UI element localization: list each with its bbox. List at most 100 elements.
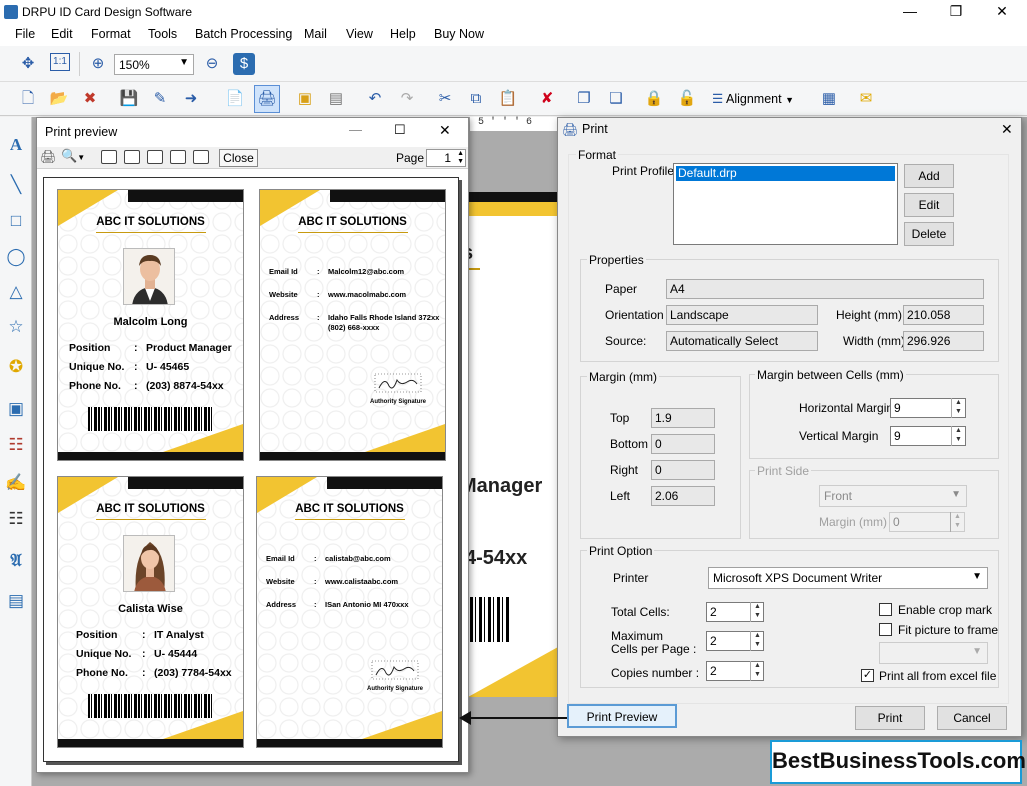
back-label: Website — [266, 577, 295, 586]
add-button[interactable]: Add — [904, 164, 954, 188]
cancel-button[interactable]: Cancel — [937, 706, 1007, 730]
minimize-icon[interactable]: — — [887, 0, 933, 24]
spin-icon[interactable]: ▲ ▼ — [750, 631, 764, 651]
zoom-icon[interactable]: 🔍▼ — [61, 148, 85, 164]
page-label: Page — [396, 151, 425, 165]
print-preview-button[interactable]: Print Preview — [567, 704, 677, 728]
printer-select[interactable]: Microsoft XPS Document Writer ▼ — [708, 567, 988, 589]
print-button[interactable]: Print — [855, 706, 925, 730]
left-margin-field[interactable]: 2.06 — [651, 486, 715, 506]
four-pages-icon[interactable] — [170, 150, 186, 164]
close-icon[interactable]: ✕ — [1001, 121, 1013, 138]
edit-button[interactable]: Edit — [904, 193, 954, 217]
spin-icon[interactable]: ▲ ▼ — [951, 398, 965, 418]
lock-icon[interactable]: 🔒 — [643, 88, 665, 110]
right-margin-field[interactable]: 0 — [651, 460, 715, 480]
employee-name: Calista Wise — [118, 603, 183, 615]
menu-file[interactable]: File — [15, 27, 35, 41]
employee-photo — [123, 535, 175, 592]
ellipse-tool-icon[interactable]: ◯ — [4, 245, 28, 269]
undo-icon[interactable]: ↶ — [364, 88, 386, 110]
barcode-tool-icon[interactable]: ☷ — [4, 507, 28, 531]
print-preview-window: Print preview — ☐ ✕ 🖨 🔍▼ Close Page 1 ▲ ▼… — [36, 117, 469, 773]
database-icon[interactable]: ▣ — [294, 88, 316, 110]
watermark-badge: BestBusinessTools.com — [770, 740, 1026, 784]
spin-icon[interactable]: ▲ ▼ — [457, 150, 464, 166]
print-profile-item[interactable]: Default.drp — [676, 166, 895, 181]
menu-format[interactable]: Format — [91, 27, 131, 41]
redo-icon[interactable]: ↷ — [396, 88, 418, 110]
grid-icon[interactable]: ▦ — [818, 88, 840, 110]
copy-icon[interactable]: ⧉ — [465, 88, 487, 110]
new-icon[interactable]: 🗋 — [17, 88, 39, 110]
printer-icon[interactable]: 🖨 — [40, 149, 57, 165]
fit-picture-checkbox[interactable] — [879, 623, 892, 636]
menu-buy-now[interactable]: Buy Now — [434, 27, 484, 41]
export-icon[interactable]: ➜ — [180, 88, 202, 110]
six-pages-icon[interactable] — [193, 150, 209, 164]
picture-tool-icon[interactable]: ▤ — [4, 589, 28, 613]
spin-icon[interactable]: ▲ ▼ — [951, 426, 965, 446]
menu-batch-processing[interactable]: Batch Processing — [195, 27, 292, 41]
paste-icon[interactable]: 📋 — [497, 88, 519, 110]
star-tool-icon[interactable]: ☆ — [4, 315, 28, 339]
text-tool-icon[interactable]: A — [4, 133, 28, 157]
dollar-icon[interactable]: $ — [233, 53, 255, 75]
two-pages-icon[interactable] — [124, 150, 140, 164]
menu-mail[interactable]: Mail — [304, 27, 327, 41]
save-icon[interactable]: 💾 — [118, 88, 140, 110]
zoom-in-icon[interactable]: ⊕ — [87, 53, 109, 75]
shapes-tool-icon[interactable]: ✪ — [4, 355, 28, 379]
print-profile-list[interactable]: Default.drp — [673, 163, 898, 245]
spin-icon[interactable]: ▲ ▼ — [750, 661, 764, 681]
close-icon[interactable]: ✕ — [439, 122, 451, 139]
page-number-input[interactable]: 1 ▲ ▼ — [426, 149, 466, 167]
cut-icon[interactable]: ✂ — [434, 88, 456, 110]
mail-icon[interactable]: ✉ — [855, 88, 877, 110]
line-tool-icon[interactable]: ╲ — [4, 173, 28, 197]
image-tool-icon[interactable]: ▣ — [4, 397, 28, 421]
menu-help[interactable]: Help — [390, 27, 416, 41]
delete-button[interactable]: Delete — [904, 222, 954, 246]
one-page-icon[interactable] — [101, 150, 117, 164]
fit-icon[interactable]: ✥ — [17, 53, 39, 75]
menu-tools[interactable]: Tools — [148, 27, 177, 41]
library-tool-icon[interactable]: ☷ — [4, 433, 28, 457]
open-icon[interactable]: 📂 — [48, 88, 70, 110]
unlock-icon[interactable]: 🔓 — [676, 88, 698, 110]
bottom-margin-field[interactable]: 0 — [651, 434, 715, 454]
rectangle-tool-icon[interactable]: □ — [4, 209, 28, 233]
signature-tool-icon[interactable]: ✍ — [4, 471, 28, 495]
menu-edit[interactable]: Edit — [51, 27, 73, 41]
menu-view[interactable]: View — [346, 27, 373, 41]
preview-close-button[interactable]: Close — [219, 149, 258, 167]
group-icon[interactable]: ❐ — [573, 88, 595, 110]
delete-icon[interactable]: ✘ — [536, 88, 558, 110]
maximize-icon[interactable]: ❐ — [933, 0, 979, 24]
crop-mark-checkbox[interactable] — [879, 603, 892, 616]
excel-checkbox[interactable]: ✓ — [861, 669, 874, 682]
maximize-icon[interactable]: ☐ — [394, 122, 406, 138]
minimize-icon[interactable]: — — [349, 122, 362, 137]
triangle-tool-icon[interactable]: △ — [4, 280, 28, 304]
zoom-select[interactable]: 150% ▼ — [114, 54, 194, 75]
alignment-dropdown[interactable]: ☰ Alignment ▼ — [712, 91, 794, 106]
database-list-icon[interactable]: ▤ — [325, 88, 347, 110]
ungroup-icon[interactable]: ❑ — [605, 88, 627, 110]
top-margin-field[interactable]: 1.9 — [651, 408, 715, 428]
back-label: Address — [266, 600, 297, 609]
actual-size-icon[interactable]: 1:1 — [50, 53, 70, 71]
employee-photo — [123, 248, 175, 305]
page-setup-icon[interactable]: 📄 — [224, 88, 246, 110]
source-field: Automatically Select — [666, 331, 818, 351]
spin-icon[interactable]: ▲ ▼ — [750, 602, 764, 622]
watermark-tool-icon[interactable]: 𝔄 — [4, 549, 28, 573]
print-preview-title: Print preview — [45, 125, 118, 139]
print-icon[interactable]: 🖨 — [254, 85, 280, 113]
three-pages-icon[interactable] — [147, 150, 163, 164]
close-icon[interactable]: ✕ — [979, 0, 1025, 24]
close-file-icon[interactable]: ✖ — [79, 88, 101, 110]
zoom-out-icon[interactable]: ⊖ — [201, 53, 223, 75]
back-value: calistab@abc.com — [325, 554, 391, 563]
save-as-icon[interactable]: ✎ — [149, 88, 171, 110]
